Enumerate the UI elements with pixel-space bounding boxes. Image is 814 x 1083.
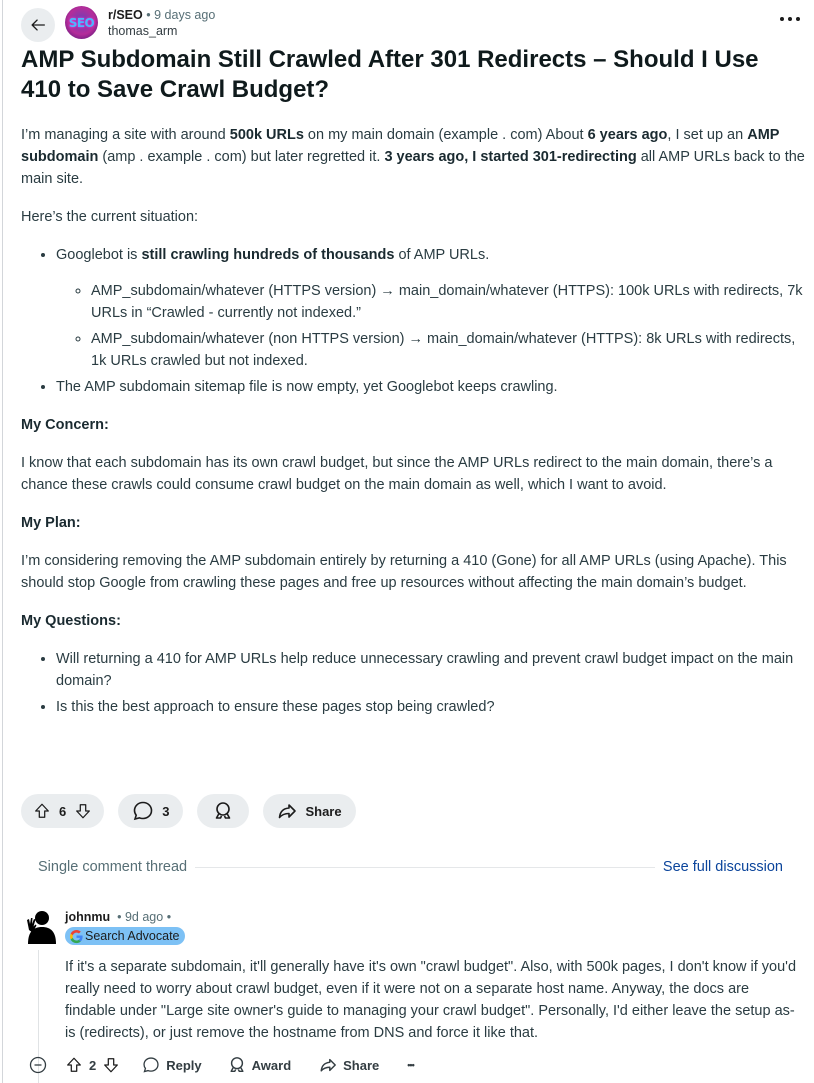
subreddit-avatar[interactable]: SEO xyxy=(65,6,98,39)
more-options-icon[interactable] xyxy=(780,14,800,24)
share-button[interactable]: Share xyxy=(319,1056,379,1074)
concern-paragraph: I know that each subdomain has its own c… xyxy=(21,455,773,493)
user-flair: Search Advocate xyxy=(65,927,185,945)
award-ribbon-icon xyxy=(230,1057,244,1073)
upvote-arrow-icon[interactable] xyxy=(65,1056,83,1074)
collapse-minus-icon[interactable] xyxy=(29,1056,47,1074)
award-button[interactable]: Award xyxy=(228,1056,291,1074)
list-item: AMP_subdomain/whatever (non HTTPS versio… xyxy=(91,328,806,372)
list-item: Googlebot is still crawling hundreds of … xyxy=(56,244,806,372)
vote-count: 6 xyxy=(59,803,67,819)
share-arrow-icon xyxy=(320,1058,337,1072)
back-button[interactable] xyxy=(21,8,55,42)
concern-heading: My Concern: xyxy=(21,417,109,433)
commenter-avatar[interactable] xyxy=(22,908,58,944)
downvote-arrow-icon[interactable] xyxy=(102,1056,120,1074)
comment-body: If it's a separate subdomain, it'll gene… xyxy=(65,959,797,1041)
divider xyxy=(195,866,655,868)
sub-list: AMP_subdomain/whatever (HTTPS version) →… xyxy=(56,280,806,372)
comment-actions: 2 Reply Award Share ••• xyxy=(29,1054,415,1076)
post-time: 9 days ago xyxy=(154,8,216,22)
award-ribbon-icon xyxy=(216,802,231,819)
upvote-arrow-icon[interactable] xyxy=(33,802,51,820)
questions-heading: My Questions: xyxy=(21,613,121,629)
list-item: Will returning a 410 for AMP URLs help r… xyxy=(56,648,806,692)
comment-time: 9d ago xyxy=(124,910,164,924)
situation-list: Googlebot is still crawling hundreds of … xyxy=(21,244,806,398)
more-options-icon[interactable]: ••• xyxy=(407,1060,415,1070)
google-g-icon xyxy=(70,929,83,943)
post-meta: r/SEO • 9 days ago thomas_arm xyxy=(108,8,216,39)
situation-label: Here’s the current situation: xyxy=(21,209,199,225)
downvote-arrow-icon[interactable] xyxy=(74,802,92,820)
questions-list: Will returning a 410 for AMP URLs help r… xyxy=(21,648,806,718)
single-thread-label: Single comment thread xyxy=(38,859,188,875)
post-actions: 6 3 Share xyxy=(21,794,356,828)
post-header: SEO r/SEO • 9 days ago thomas_arm xyxy=(21,6,814,42)
left-border xyxy=(2,0,3,1083)
list-item: Is this the best approach to ensure thes… xyxy=(56,696,806,718)
subreddit-link[interactable]: r/SEO xyxy=(108,8,143,22)
plan-paragraph: I’m considering removing the AMP subdoma… xyxy=(21,553,787,591)
list-item: The AMP subdomain sitemap file is now em… xyxy=(56,376,806,398)
list-item: AMP_subdomain/whatever (HTTPS version) →… xyxy=(91,280,806,324)
arrow-left-icon xyxy=(31,19,45,31)
thread-bar: Single comment thread See full discussio… xyxy=(38,857,783,877)
speech-bubble-icon xyxy=(133,801,153,821)
comment-vote: 2 xyxy=(65,1056,120,1074)
post-author-link[interactable]: thomas_arm xyxy=(108,23,215,39)
see-full-discussion-link[interactable]: See full discussion xyxy=(663,859,783,875)
vote-pill: 6 xyxy=(21,794,105,828)
intro-paragraph: I’m managing a site with around 500k URL… xyxy=(21,127,805,187)
plan-heading: My Plan: xyxy=(21,515,81,531)
post-body: I’m managing a site with around 500k URL… xyxy=(21,124,806,734)
comment-meta: johnmu • 9d ago • xyxy=(65,910,172,924)
share-arrow-icon xyxy=(279,804,297,819)
reply-button[interactable]: Reply xyxy=(142,1056,202,1074)
post-title: AMP Subdomain Still Crawled After 301 Re… xyxy=(21,46,759,103)
comment-vote-count: 2 xyxy=(89,1057,97,1073)
speech-bubble-icon xyxy=(143,1057,159,1073)
comment-author-link[interactable]: johnmu xyxy=(65,910,110,924)
share-button[interactable]: Share xyxy=(263,794,356,828)
award-button[interactable] xyxy=(197,794,250,828)
comments-button[interactable]: 3 xyxy=(118,794,184,828)
comment-count: 3 xyxy=(162,803,170,819)
